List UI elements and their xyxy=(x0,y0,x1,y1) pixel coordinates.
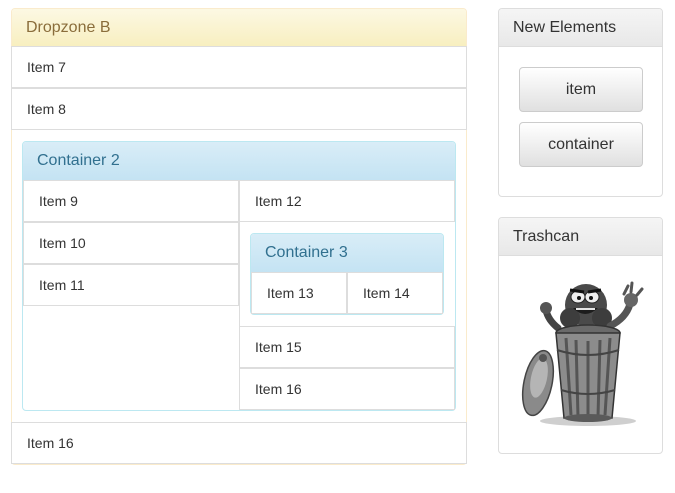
list-item[interactable]: Item 13 xyxy=(251,272,347,314)
list-item[interactable]: Item 11 xyxy=(23,264,239,306)
dropzone-title: Dropzone B xyxy=(12,9,466,47)
new-item-button[interactable]: item xyxy=(519,67,643,112)
trashcan-title: Trashcan xyxy=(499,218,662,256)
list-item[interactable]: Item 10 xyxy=(23,222,239,264)
list-item[interactable]: Item 14 xyxy=(347,272,443,314)
list-item[interactable]: Item 15 xyxy=(239,326,455,368)
list-item[interactable]: Item 16 xyxy=(239,368,455,410)
list-item[interactable]: Item 16 xyxy=(11,422,467,464)
list-item[interactable]: Item 12 xyxy=(239,180,455,222)
new-container-button[interactable]: container xyxy=(519,122,643,167)
new-elements-title: New Elements xyxy=(499,9,662,47)
list-item[interactable]: Item 7 xyxy=(11,46,467,88)
new-elements-panel: New Elements item container xyxy=(498,8,663,197)
container-title: Container 2 xyxy=(23,142,455,181)
container-title: Container 3 xyxy=(251,234,443,273)
list-item[interactable]: Item 8 xyxy=(11,88,467,130)
trashcan-panel[interactable]: Trashcan xyxy=(498,217,663,454)
trashcan-monster-icon xyxy=(521,281,644,426)
list-item[interactable]: Item 9 xyxy=(23,180,239,222)
